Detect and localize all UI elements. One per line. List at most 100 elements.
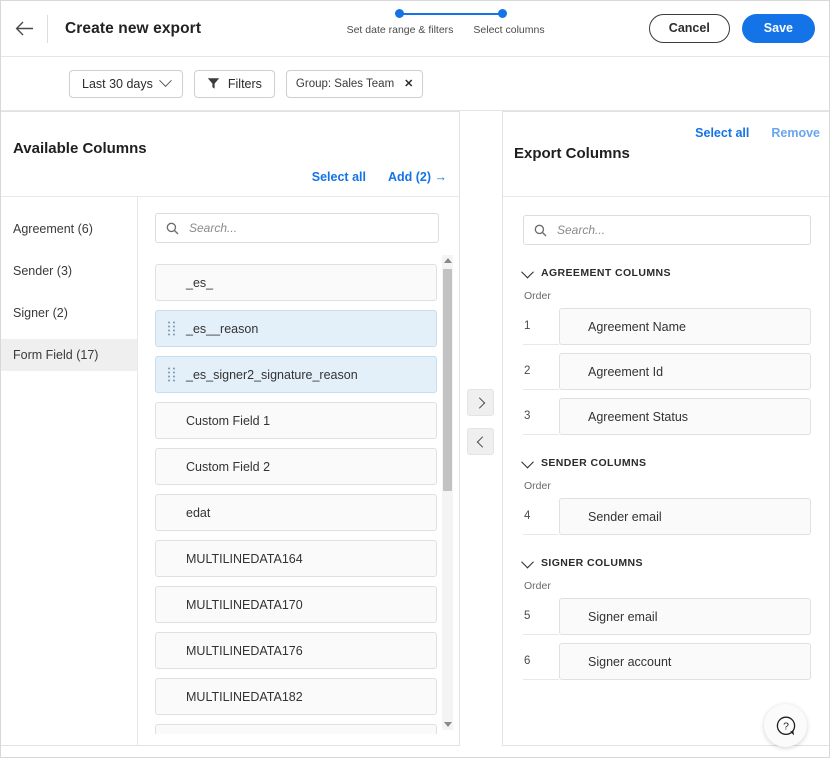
export-row-box[interactable]: Agreement Name <box>559 308 811 345</box>
available-columns-panel: Available Columns Select all Add (2) → A… <box>1 111 460 746</box>
order-column-label: Order <box>524 580 811 592</box>
back-button[interactable] <box>1 1 47 56</box>
export-group-agreement: AGREEMENT COLUMNS Order 1 Agreement Name… <box>523 267 811 435</box>
save-button[interactable]: Save <box>742 14 815 43</box>
export-row-label: Sender email <box>588 510 662 524</box>
stepper-labels: Set date range & filters Select columns <box>341 24 561 36</box>
export-row-box[interactable]: Signer account <box>559 643 811 680</box>
stepper-track <box>341 7 561 21</box>
available-item[interactable]: _es_ <box>155 264 437 301</box>
export-select-all-link[interactable]: Select all <box>695 126 749 140</box>
close-icon[interactable]: ✕ <box>404 77 413 90</box>
arrow-left-icon <box>15 21 34 36</box>
export-row-box[interactable]: Agreement Status <box>559 398 811 435</box>
export-search-box[interactable] <box>523 215 811 245</box>
available-item-label: MULTILINEDATA176 <box>186 644 303 658</box>
move-right-button[interactable] <box>467 389 494 416</box>
available-item[interactable]: Custom Field 2 <box>155 448 437 485</box>
available-list-column: _es_ _es__reason _es_signer2_signature_r… <box>138 197 459 746</box>
available-item[interactable]: Custom Field 1 <box>155 402 437 439</box>
category-item-agreement[interactable]: Agreement (6) <box>1 213 137 245</box>
available-item[interactable]: MULTILINEDATA182 <box>155 678 437 715</box>
top-bar: Create new export Set date range & filte… <box>1 1 829 57</box>
stepper-dot-2[interactable] <box>498 9 507 18</box>
available-item-label: MULTILINEDATA170 <box>186 598 303 612</box>
export-row[interactable]: 5 Signer email <box>523 598 811 635</box>
category-gap <box>1 329 137 339</box>
export-group-header[interactable]: SIGNER COLUMNS <box>523 557 811 569</box>
scroll-up-arrow-icon[interactable] <box>442 255 453 266</box>
filter-chip-group[interactable]: Group: Sales Team ✕ <box>286 70 423 98</box>
drag-handle-icon[interactable] <box>168 321 175 336</box>
available-item[interactable]: edat <box>155 494 437 531</box>
available-item[interactable]: _es__reason <box>155 310 437 347</box>
export-row-box[interactable]: Agreement Id <box>559 353 811 390</box>
available-item[interactable]: MULTILINEDATA164 <box>155 540 437 577</box>
available-item[interactable] <box>155 724 437 734</box>
category-item-sender[interactable]: Sender (3) <box>1 255 137 287</box>
available-item-label: Custom Field 2 <box>186 460 270 474</box>
move-left-button[interactable] <box>467 428 494 455</box>
available-search-input[interactable] <box>187 220 422 236</box>
export-row-label: Signer email <box>588 610 657 624</box>
available-item[interactable]: _es_signer2_signature_reason <box>155 356 437 393</box>
stepper-dot-1[interactable] <box>395 9 404 18</box>
search-icon <box>166 222 179 235</box>
export-group-name: AGREEMENT COLUMNS <box>541 267 671 279</box>
export-row[interactable]: 2 Agreement Id <box>523 353 811 390</box>
category-label: Form Field (17) <box>13 348 98 362</box>
export-row[interactable]: 3 Agreement Status <box>523 398 811 435</box>
available-list-scrollbar[interactable] <box>442 255 453 730</box>
export-group-header[interactable]: SENDER COLUMNS <box>523 457 811 469</box>
available-items-list: _es_ _es__reason _es_signer2_signature_r… <box>138 264 459 734</box>
stepper-label-2: Select columns <box>459 24 559 36</box>
available-item[interactable]: MULTILINEDATA176 <box>155 632 437 669</box>
export-row-label: Agreement Name <box>588 320 686 334</box>
chevron-left-icon <box>476 436 487 447</box>
available-columns-title: Available Columns <box>13 140 147 157</box>
category-item-signer[interactable]: Signer (2) <box>1 297 137 329</box>
export-row-box[interactable]: Signer email <box>559 598 811 635</box>
available-item-label: edat <box>186 506 210 520</box>
transfer-controls <box>467 389 494 455</box>
category-gap <box>1 287 137 297</box>
chevron-right-icon <box>473 397 484 408</box>
available-select-all-link[interactable]: Select all <box>312 170 366 184</box>
available-item-label: _es__reason <box>186 322 258 336</box>
columns-workspace: Available Columns Select all Add (2) → A… <box>1 111 829 758</box>
export-row[interactable]: 1 Agreement Name <box>523 308 811 345</box>
add-columns-link[interactable]: Add (2) → <box>388 170 447 184</box>
cancel-button[interactable]: Cancel <box>649 14 730 42</box>
export-columns-header: Select all Remove Export Columns <box>503 112 830 197</box>
export-group-name: SENDER COLUMNS <box>541 457 646 469</box>
export-row-order: 3 <box>523 398 559 435</box>
stepper-connector <box>398 13 504 15</box>
scroll-down-arrow-icon[interactable] <box>442 719 453 730</box>
export-row-label: Signer account <box>588 655 671 669</box>
export-columns-title: Export Columns <box>514 145 630 162</box>
page-title: Create new export <box>65 20 201 38</box>
svg-text:?: ? <box>783 720 789 732</box>
export-group-header[interactable]: AGREEMENT COLUMNS <box>523 267 811 279</box>
category-gap <box>1 245 137 255</box>
date-range-dropdown[interactable]: Last 30 days <box>69 70 183 98</box>
category-item-form-field[interactable]: Form Field (17) <box>1 339 137 371</box>
category-label: Agreement (6) <box>13 222 93 236</box>
export-remove-link[interactable]: Remove <box>771 126 820 140</box>
export-row-order: 4 <box>523 498 559 535</box>
available-search-box[interactable] <box>155 213 439 243</box>
available-item[interactable]: MULTILINEDATA170 <box>155 586 437 623</box>
drag-handle-icon[interactable] <box>168 367 175 382</box>
export-row[interactable]: 4 Sender email <box>523 498 811 535</box>
help-button[interactable]: ? <box>764 704 807 747</box>
filters-button[interactable]: Filters <box>194 70 275 98</box>
top-actions: Cancel Save <box>649 1 815 56</box>
export-row[interactable]: 6 Signer account <box>523 643 811 680</box>
chevron-down-icon <box>521 555 534 568</box>
filter-chip-label: Group: Sales Team <box>296 78 394 90</box>
export-row-box[interactable]: Sender email <box>559 498 811 535</box>
export-search-input[interactable] <box>555 222 794 238</box>
available-columns-actions: Select all Add (2) → <box>312 170 447 184</box>
scrollbar-thumb[interactable] <box>443 269 452 491</box>
funnel-icon <box>207 77 220 90</box>
